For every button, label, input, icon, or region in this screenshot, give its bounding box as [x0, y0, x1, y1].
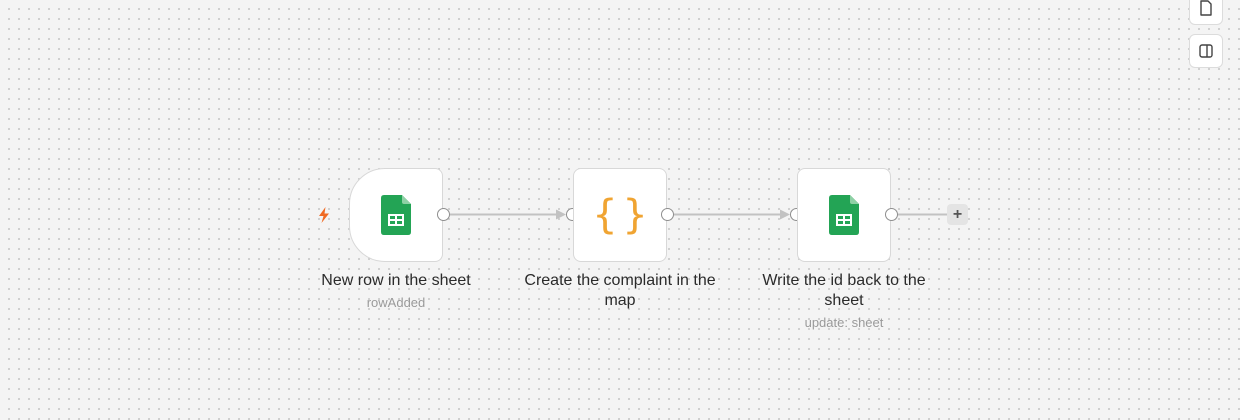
node-3-output-handle[interactable] — [885, 208, 898, 221]
node-2-output-handle[interactable] — [661, 208, 674, 221]
node-3-label: Write the id back to the sheet update: s… — [744, 271, 944, 332]
add-node-button[interactable]: + — [947, 204, 968, 225]
edge-2-3[interactable] — [674, 209, 790, 220]
node-title: Create the complaint in the map — [524, 272, 716, 309]
node-1-output-handle[interactable] — [437, 208, 450, 221]
node-title: Write the id back to the sheet — [762, 272, 926, 309]
node-new-row-in-sheet[interactable] — [349, 168, 443, 262]
node-create-complaint[interactable]: {} — [573, 168, 667, 262]
toggle-panel-button[interactable] — [1189, 34, 1223, 68]
google-sheets-icon — [381, 195, 411, 235]
node-subtitle: rowAdded — [366, 295, 426, 310]
edge-1-2[interactable] — [450, 209, 566, 220]
document-icon — [1200, 0, 1212, 16]
workflow-canvas[interactable]: {} + New row in the sheet rowAdded Creat… — [0, 0, 1240, 420]
node-1-label: New row in the sheet rowAdded — [296, 271, 496, 312]
node-title: New row in the sheet — [321, 272, 471, 289]
node-2-label: Create the complaint in the map — [520, 271, 720, 311]
node-write-id-back[interactable] — [797, 168, 891, 262]
document-button[interactable] — [1189, 0, 1223, 25]
side-panel-icon — [1199, 44, 1213, 58]
trigger-bolt-icon — [319, 207, 329, 223]
node-subtitle: update: sheet — [804, 315, 884, 330]
google-sheets-icon — [829, 195, 859, 235]
code-braces-icon: {} — [592, 192, 654, 238]
